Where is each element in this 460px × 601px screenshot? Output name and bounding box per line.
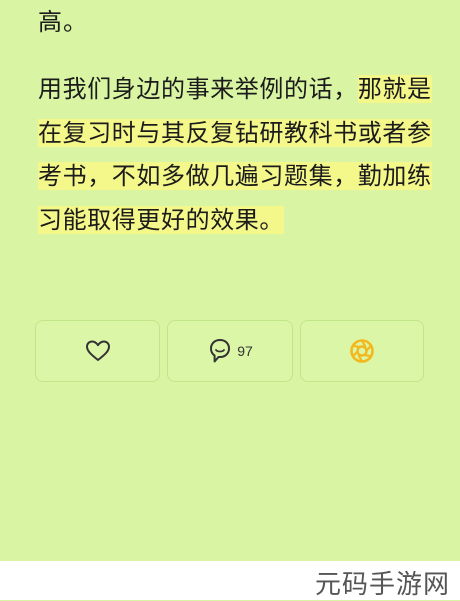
aperture-icon xyxy=(349,338,375,364)
paragraph-plain-text: 用我们身边的事来举例的话， xyxy=(38,75,358,103)
article-top-line: 高。 xyxy=(38,8,88,36)
comment-bubble-icon xyxy=(207,337,233,365)
article-paragraph: 用我们身边的事来举例的话，那就是在复习时与其反复钻研教科书或者参考书，不如多做几… xyxy=(38,68,438,242)
heart-icon xyxy=(85,339,111,363)
like-button[interactable] xyxy=(35,320,160,382)
watermark-logo-text: 元码手游网 xyxy=(314,570,450,600)
comment-count: 97 xyxy=(237,343,253,359)
comment-button[interactable]: 97 xyxy=(167,320,293,382)
share-button[interactable] xyxy=(300,320,424,382)
